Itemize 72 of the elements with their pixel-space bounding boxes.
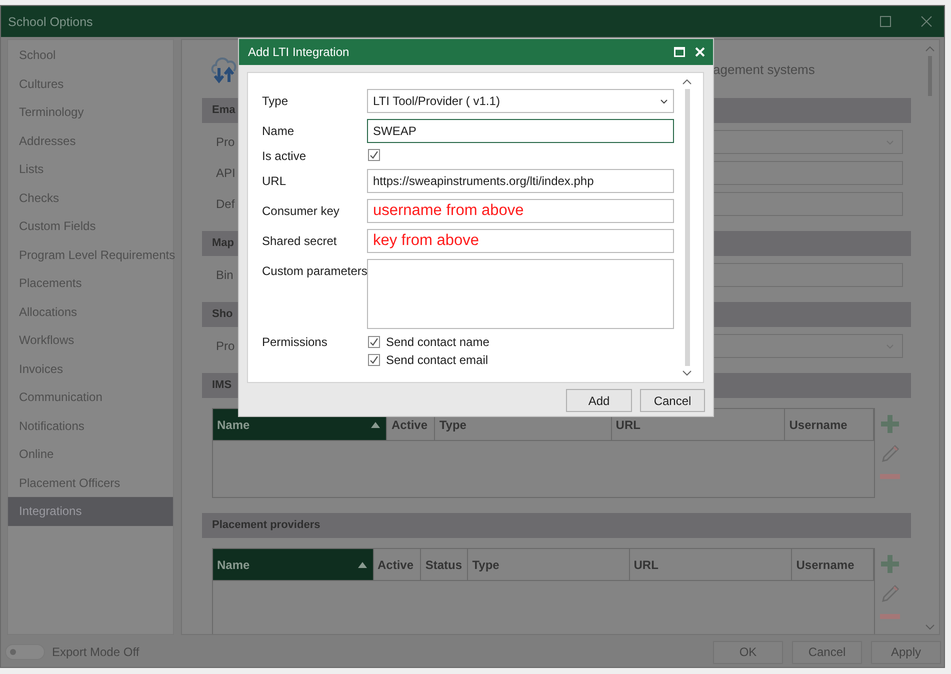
add-icon[interactable]	[880, 554, 900, 574]
remove-icon[interactable]	[880, 614, 900, 620]
sort-up-icon	[358, 562, 367, 568]
field-label: Permissions	[262, 335, 328, 349]
sidebar-item[interactable]: Notifications	[8, 412, 173, 440]
section-header: Placement providers	[202, 513, 911, 538]
field-label: Custom parameters	[262, 263, 367, 280]
checkbox-label[interactable]: Send contact name	[386, 335, 490, 349]
checkbox[interactable]	[368, 149, 380, 161]
field-label: Is active	[262, 149, 308, 163]
column-header[interactable]: Name	[213, 549, 374, 580]
checkbox[interactable]	[368, 354, 380, 366]
scrollbar-thumb[interactable]	[684, 89, 690, 366]
cancel-button[interactable]: Cancel	[640, 389, 705, 412]
input-field[interactable]: SWEAP	[367, 119, 674, 143]
chevron-down-icon	[660, 98, 668, 104]
column-header[interactable]: Active	[374, 549, 422, 580]
column-header[interactable]: URL	[630, 549, 792, 580]
field-label: URL	[262, 173, 288, 190]
sidebar-item[interactable]: Allocations	[8, 298, 173, 326]
column-header[interactable]: Username	[785, 409, 874, 440]
column-header[interactable]: Username	[792, 549, 874, 580]
close-icon[interactable]	[921, 16, 932, 27]
sidebar-item[interactable]: Checks	[8, 184, 173, 212]
add-icon[interactable]	[880, 414, 900, 434]
checkbox-label[interactable]: Send contact email	[386, 353, 488, 367]
maximize-icon[interactable]	[880, 16, 891, 27]
field-label: Shared secret	[262, 233, 338, 250]
sidebar-item[interactable]: Custom Fields	[8, 212, 173, 240]
field-label: Pro	[216, 339, 235, 353]
field-label: Consumer key	[262, 203, 340, 220]
field-label: Bin	[216, 268, 234, 282]
sidebar-item[interactable]: Placements	[8, 269, 173, 298]
toggle-switch[interactable]	[5, 644, 45, 660]
column-header[interactable]: Status	[421, 549, 468, 580]
type-dropdown[interactable]: LTI Tool/Provider ( v1.1)	[367, 89, 674, 113]
field-label: Def	[216, 197, 235, 211]
column-header[interactable]: Type	[468, 549, 630, 580]
window-title: School Options	[8, 14, 94, 28]
ok-button[interactable]: OK	[713, 640, 783, 664]
sidebar-item[interactable]: Program Level Requirements	[8, 240, 173, 269]
sidebar-item[interactable]: Placement Officers	[8, 468, 173, 497]
parameters-text-area[interactable]	[367, 259, 674, 329]
cancel-button[interactable]: Cancel	[792, 640, 862, 664]
remove-icon[interactable]	[880, 474, 900, 480]
sort-up-icon	[371, 422, 380, 428]
sidebar-item[interactable]: School	[8, 41, 173, 70]
toggle-label: Export Mode Off	[52, 645, 140, 659]
pencil-icon[interactable]	[880, 444, 900, 464]
pencil-icon[interactable]	[880, 584, 900, 604]
sidebar-item[interactable]: Workflows	[8, 326, 173, 354]
input-field[interactable]: https://sweapinstruments.org/lti/index.php	[367, 169, 674, 193]
sidebar-item[interactable]: Integrations	[8, 497, 173, 526]
checkbox[interactable]	[368, 336, 380, 348]
dialog-title: Add LTI Integration	[248, 45, 350, 59]
sidebar-item[interactable]: Invoices	[8, 354, 173, 383]
field-label: Pro	[216, 135, 235, 149]
sidebar-item[interactable]: Cultures	[8, 70, 173, 98]
field-label: Name	[262, 123, 296, 140]
page-heading: agement systems	[713, 62, 815, 76]
scroll-down-icon[interactable]	[682, 370, 692, 376]
add-button[interactable]: Add	[566, 389, 632, 412]
sidebar-item[interactable]: Lists	[8, 155, 173, 184]
scroll-up-icon[interactable]	[682, 79, 692, 85]
sidebar-item[interactable]: Addresses	[8, 126, 173, 155]
sidebar-item[interactable]: Online	[8, 440, 173, 468]
apply-button[interactable]: Apply	[871, 640, 941, 664]
input-field[interactable]: key from above	[367, 229, 674, 253]
field-label: API	[216, 166, 236, 180]
sidebar-item[interactable]: Communication	[8, 383, 173, 412]
input-field[interactable]: username from above	[367, 199, 674, 223]
sidebar-item[interactable]: Terminology	[8, 98, 173, 126]
